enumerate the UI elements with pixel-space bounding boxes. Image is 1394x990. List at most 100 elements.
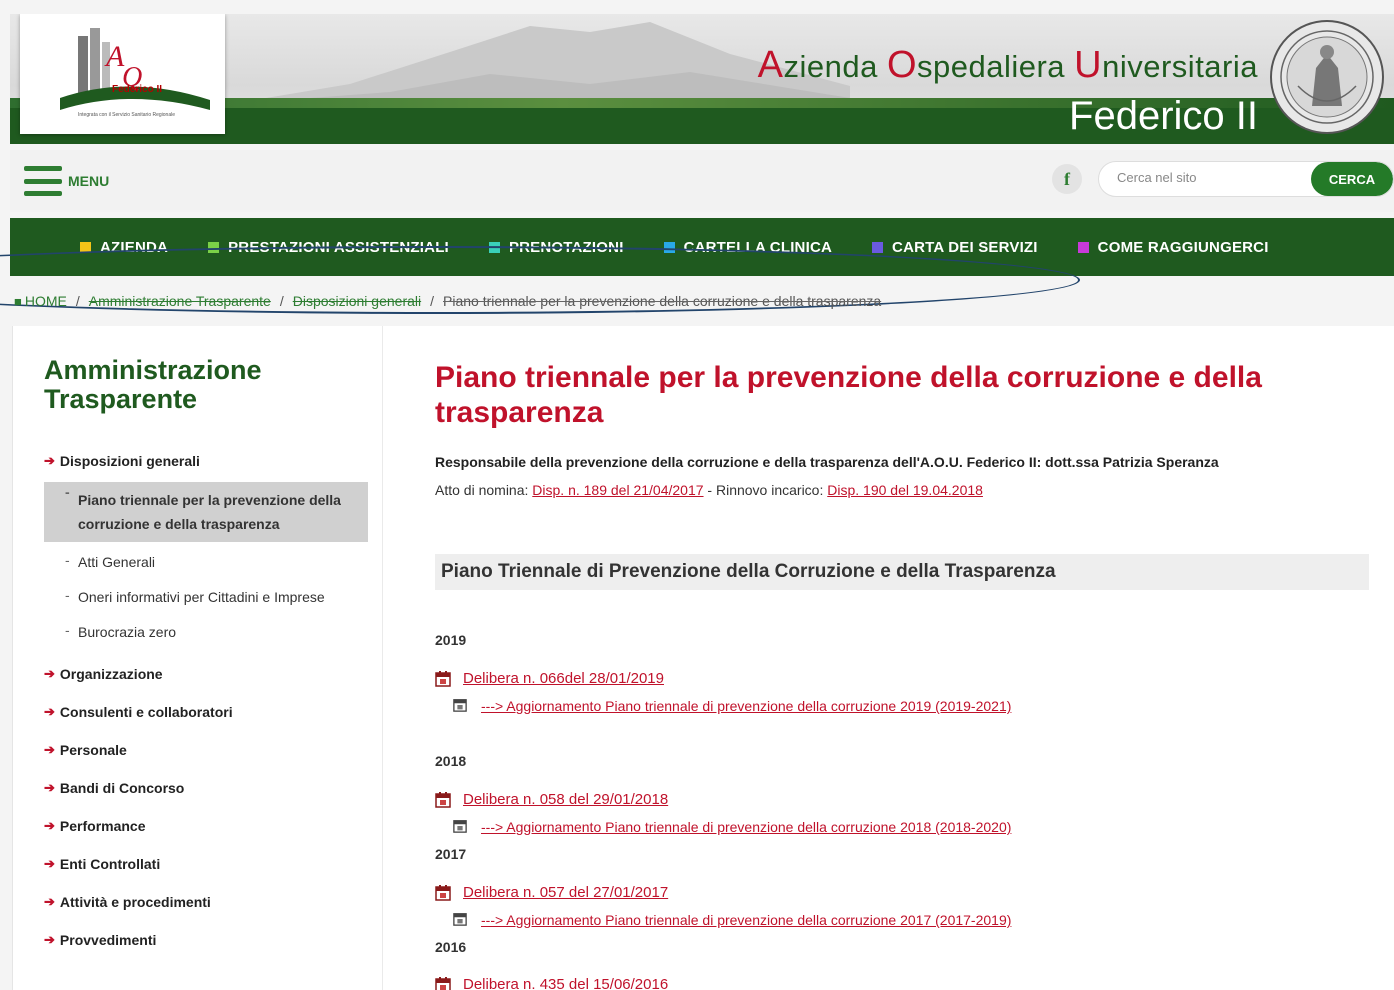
sidebar-item-disposizioni-generali[interactable]: ➔ Disposizioni generali — [44, 442, 368, 480]
sidebar-item-personale[interactable]: ➔ Personale — [44, 731, 368, 769]
document-icon — [435, 884, 451, 901]
breadcrumb-amministrazione[interactable]: Amministrazione Trasparente — [89, 293, 271, 309]
responsible-text: Responsabile della prevenzione della cor… — [435, 454, 1219, 470]
breadcrumb-separator: / — [75, 293, 80, 309]
delibera-link[interactable]: Delibera n. 066del 28/01/2019 — [435, 670, 664, 687]
delibera-link[interactable]: Delibera n. 058 del 29/01/2018 — [435, 791, 668, 808]
atto-label: Atto di nomina: — [435, 482, 533, 498]
delibera-link-text[interactable]: Delibera n. 066del 28/01/2019 — [463, 670, 664, 687]
delibera-link[interactable]: Delibera n. 435 del 15/06/2016 — [435, 976, 668, 990]
sidebar-item-label: Bandi di Concorso — [59, 780, 185, 796]
document-icon — [453, 912, 469, 928]
arrow-right-icon: ➔ — [44, 666, 55, 681]
main-nav: AZIENDA PRESTAZIONI ASSISTENZIALI PRENOT… — [10, 218, 1394, 276]
sidebar-item-label: Consulenti e collaboratori — [59, 704, 233, 720]
sidebar-item-performance[interactable]: ➔ Performance — [44, 807, 368, 845]
nav-item-azienda[interactable]: AZIENDA — [80, 239, 168, 256]
aggiornamento-link-text[interactable]: ---> Aggiornamento Piano triennale di pr… — [481, 819, 1011, 835]
content-card: Amministrazione Trasparente ➔ Disposizio… — [12, 326, 1394, 990]
sidebar-subitem-atti-generali[interactable]: Atti Generali — [44, 548, 368, 574]
menu-label: MENU — [68, 173, 110, 189]
sidebar-item-consulenti[interactable]: ➔ Consulenti e collaboratori — [44, 693, 368, 731]
sidebar-item-organizzazione[interactable]: ➔ Organizzazione — [44, 655, 368, 693]
brand-subtitle: Federico II — [1069, 94, 1258, 138]
logo-subtitle: Integrata con il Servizio Sanitario Regi… — [78, 112, 175, 118]
aggiornamento-link[interactable]: ---> Aggiornamento Piano triennale di pr… — [453, 698, 1011, 714]
breadcrumb-separator: / — [430, 293, 435, 309]
aggiornamento-link[interactable]: ---> Aggiornamento Piano triennale di pr… — [453, 819, 1011, 835]
menu-button[interactable]: MENU — [24, 166, 109, 196]
nav-label: PRESTAZIONI ASSISTENZIALI — [228, 238, 449, 256]
aggiornamento-link-text[interactable]: ---> Aggiornamento Piano triennale di pr… — [481, 698, 1011, 714]
arrow-right-icon: ➔ — [44, 780, 55, 795]
arrow-right-icon: ➔ — [44, 894, 55, 909]
document-icon — [453, 819, 469, 835]
delibera-link[interactable]: Delibera n. 057 del 27/01/2017 — [435, 884, 668, 901]
atto-link[interactable]: Disp. n. 189 del 21/04/2017 — [532, 482, 703, 498]
year-heading: 2017 — [435, 846, 467, 862]
breadcrumb-current: Piano triennale per la prevenzione della… — [443, 293, 882, 309]
appointment-line: Atto di nomina: Disp. n. 189 del 21/04/2… — [435, 482, 983, 498]
nav-square-icon — [208, 241, 220, 253]
nav-item-come-raggiungerci[interactable]: COME RAGGIUNGERCI — [1077, 239, 1269, 256]
aou-logo[interactable]: A Q Federico II Integrata con il Servizi… — [20, 14, 225, 134]
document-icon — [435, 976, 451, 990]
sidebar-item-attivita-procedimenti[interactable]: ➔ Attività e procedimenti — [44, 883, 368, 921]
nav-label: CARTELLA CLINICA — [683, 238, 833, 256]
aggiornamento-link[interactable]: ---> Aggiornamento Piano triennale di pr… — [453, 912, 1011, 928]
search-box: CERCA — [1098, 161, 1394, 197]
nav-label: PRENOTAZIONI — [508, 238, 624, 256]
nav-item-prestazioni[interactable]: PRESTAZIONI ASSISTENZIALI — [208, 239, 449, 256]
sidebar-list: ➔ Disposizioni generali Piano triennale … — [44, 442, 368, 959]
aggiornamento-link-text[interactable]: ---> Aggiornamento Piano triennale di pr… — [481, 912, 1011, 928]
arrow-right-icon: ➔ — [44, 704, 55, 719]
sidebar-subitem-piano-triennale[interactable]: Piano triennale per la prevenzione della… — [44, 480, 368, 542]
sidebar-item-bandi-concorso[interactable]: ➔ Bandi di Concorso — [44, 769, 368, 807]
search-input[interactable] — [1117, 170, 1307, 185]
sidebar-title: Amministrazione Trasparente — [44, 355, 262, 414]
utility-bar: MENU f CERCA — [10, 150, 1394, 212]
breadcrumb-home[interactable]: HOME — [25, 293, 67, 309]
delibera-link-text[interactable]: Delibera n. 058 del 29/01/2018 — [463, 791, 668, 808]
delibera-link-text[interactable]: Delibera n. 435 del 15/06/2016 — [463, 976, 668, 990]
hamburger-icon — [24, 166, 62, 196]
year-heading: 2016 — [435, 939, 467, 955]
sidebar-item-label: Enti Controllati — [59, 856, 161, 872]
delibera-link-text[interactable]: Delibera n. 057 del 27/01/2017 — [463, 884, 668, 901]
breadcrumb-disposizioni[interactable]: Disposizioni generali — [293, 293, 421, 309]
search-button[interactable]: CERCA — [1311, 162, 1393, 196]
nav-item-cartella-clinica[interactable]: CARTELLA CLINICA — [663, 238, 833, 256]
sidebar-item-label: Disposizioni generali — [59, 453, 200, 469]
nav-label: CARTA DEI SERVIZI — [892, 238, 1038, 256]
document-icon — [435, 670, 451, 687]
nav-square-icon — [488, 241, 500, 253]
nav-item-carta-servizi[interactable]: CARTA DEI SERVIZI — [872, 239, 1038, 256]
arrow-right-icon: ➔ — [44, 742, 55, 757]
facebook-icon[interactable]: f — [1052, 164, 1082, 194]
logo-name: Federico II — [112, 84, 163, 95]
section-title: Piano Triennale di Prevenzione della Cor… — [435, 554, 1369, 590]
breadcrumb: ■ HOME / Amministrazione Trasparente / D… — [14, 290, 881, 312]
rinnovo-link[interactable]: Disp. 190 del 19.04.2018 — [827, 482, 983, 498]
arrow-right-icon: ➔ — [44, 453, 55, 468]
nav-square-icon — [80, 241, 91, 253]
sidebar-item-enti-controllati[interactable]: ➔ Enti Controllati — [44, 845, 368, 883]
document-icon — [435, 791, 451, 808]
sidebar-item-label: Personale — [59, 742, 127, 758]
nav-item-prenotazioni[interactable]: PRENOTAZIONI — [488, 238, 624, 256]
sidebar-item-provvedimenti[interactable]: ➔ Provvedimenti — [44, 921, 368, 959]
nav-square-icon — [872, 241, 884, 253]
year-heading: 2018 — [435, 753, 467, 769]
sidebar-subitem-burocrazia-zero[interactable]: Burocrazia zero — [44, 618, 368, 644]
nav-label: AZIENDA — [100, 238, 169, 256]
arrow-right-icon: ➔ — [44, 856, 55, 871]
sidebar-subitem-oneri-informativi[interactable]: Oneri informativi per Cittadini e Impres… — [44, 583, 368, 609]
sidebar-item-label: Performance — [59, 818, 146, 834]
rinnovo-label: - Rinnovo incarico: — [703, 482, 828, 498]
site-header: A Q Federico II Integrata con il Servizi… — [10, 14, 1394, 144]
arrow-right-icon: ➔ — [44, 932, 55, 947]
university-seal-icon — [1270, 20, 1384, 134]
page: A Q Federico II Integrata con il Servizi… — [0, 0, 1394, 990]
document-icon — [453, 698, 469, 714]
sidebar-item-label: Attività e procedimenti — [59, 894, 211, 910]
